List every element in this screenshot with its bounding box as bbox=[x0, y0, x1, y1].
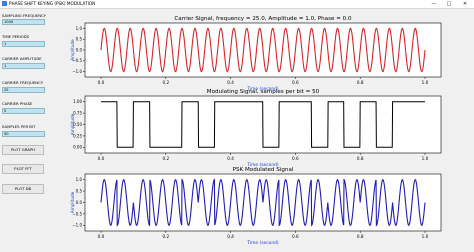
y-tick-label: 0.75 bbox=[73, 111, 82, 116]
x-tick-label: 0.4 bbox=[227, 234, 234, 239]
chart-title: Modulating Signal, samples per bit = 50 bbox=[207, 89, 320, 95]
x-axis-label: Time (second) bbox=[246, 240, 279, 246]
title-bar: PHASE SHIFT KEYING (PSK) MODULATION — □ … bbox=[0, 0, 474, 9]
carrier-amplitude-input[interactable]: 1 bbox=[2, 63, 45, 69]
y-tick-label: 1.00 bbox=[73, 99, 82, 104]
x-tick-label: 0.6 bbox=[292, 234, 299, 239]
window-title: PHASE SHIFT KEYING (PSK) MODULATION bbox=[9, 1, 96, 6]
y-tick-label: −1.0 bbox=[72, 223, 82, 228]
samples-per-bit-label: SAMPLES PER BIT bbox=[2, 124, 36, 129]
sampling-frequency-label: SAMPLING FREQUENCY bbox=[2, 13, 46, 18]
carrier-frequency-input[interactable]: 25 bbox=[2, 87, 45, 93]
chart-title: Carrier Signal, frequency = 25.0, Amplit… bbox=[174, 16, 352, 22]
y-tick-label: 1.0 bbox=[76, 26, 83, 31]
x-tick-label: 0.4 bbox=[227, 80, 234, 85]
y-tick-label: 0.5 bbox=[76, 189, 83, 194]
carrier-frequency-label: CARRIER FREQUENCY bbox=[2, 80, 44, 85]
x-tick-label: 0.2 bbox=[162, 234, 169, 239]
plots-figure: Carrier Signal, frequency = 25.0, Amplit… bbox=[70, 16, 442, 246]
time-periods-input[interactable]: 1 bbox=[2, 41, 45, 47]
y-tick-label: −0.5 bbox=[72, 211, 82, 216]
y-tick-label: 0.0 bbox=[76, 47, 83, 52]
y-tick-label: 0.25 bbox=[73, 133, 82, 138]
y-tick-label: 0.50 bbox=[73, 122, 82, 127]
x-tick-label: 1.0 bbox=[422, 234, 429, 239]
close-button[interactable]: ✕ bbox=[459, 0, 471, 8]
plot-db-button[interactable]: PLOT DB bbox=[2, 184, 44, 194]
x-tick-label: 0.2 bbox=[162, 80, 169, 85]
series-line bbox=[101, 101, 425, 148]
x-tick-label: 0.8 bbox=[357, 80, 364, 85]
minimize-button[interactable]: — bbox=[428, 0, 440, 8]
x-tick-label: 0.6 bbox=[292, 156, 299, 161]
carrier-phase-label: CARRIER PHASE bbox=[2, 101, 33, 106]
x-tick-label: 0.6 bbox=[292, 80, 299, 85]
samples-per-bit-input[interactable]: 50 bbox=[2, 131, 45, 137]
control-panel: SAMPLING FREQUENCY 1000 TIME PERIODS 1 C… bbox=[0, 9, 62, 248]
plot-area: Carrier Signal, frequency = 25.0, Amplit… bbox=[62, 9, 474, 248]
y-tick-label: −0.5 bbox=[72, 58, 82, 63]
chart-title: PSK Modulated Signal bbox=[233, 167, 294, 173]
x-tick-label: 0.8 bbox=[357, 234, 364, 239]
x-tick-label: 0.2 bbox=[162, 156, 169, 161]
carrier-amplitude-label: CARRIER AMPLITUDE bbox=[2, 56, 42, 61]
maximize-button[interactable]: □ bbox=[443, 0, 455, 8]
x-tick-label: 1.0 bbox=[422, 80, 429, 85]
x-tick-label: 0.0 bbox=[98, 156, 105, 161]
y-tick-label: 0.5 bbox=[76, 37, 83, 42]
chart-panel-2: Modulating Signal, samples per bit = 50T… bbox=[70, 89, 442, 168]
plot-fft-button[interactable]: PLOT FFT bbox=[2, 164, 44, 174]
y-tick-label: 0.00 bbox=[73, 145, 82, 150]
carrier-phase-input[interactable]: 0 bbox=[2, 108, 45, 114]
chart-panel-1: Carrier Signal, frequency = 25.0, Amplit… bbox=[70, 16, 442, 92]
x-tick-label: 0.4 bbox=[227, 156, 234, 161]
x-tick-label: 0.0 bbox=[98, 80, 105, 85]
plot-graph-button[interactable]: PLOT GRAPH bbox=[2, 145, 44, 155]
y-axis-label: Amplitude bbox=[70, 191, 75, 213]
sampling-frequency-input[interactable]: 1000 bbox=[2, 19, 45, 25]
time-periods-label: TIME PERIODS bbox=[2, 34, 30, 39]
x-tick-label: 0.0 bbox=[98, 234, 105, 239]
x-tick-label: 0.8 bbox=[357, 156, 364, 161]
y-tick-label: 1.0 bbox=[76, 177, 83, 182]
chart-panel-3: PSK Modulated Signal Time (second) Amplitu… bbox=[70, 167, 442, 246]
y-tick-label: −1.0 bbox=[72, 69, 82, 74]
app-icon bbox=[2, 1, 7, 6]
x-tick-label: 1.0 bbox=[422, 156, 429, 161]
y-tick-label: 0.0 bbox=[76, 200, 83, 205]
